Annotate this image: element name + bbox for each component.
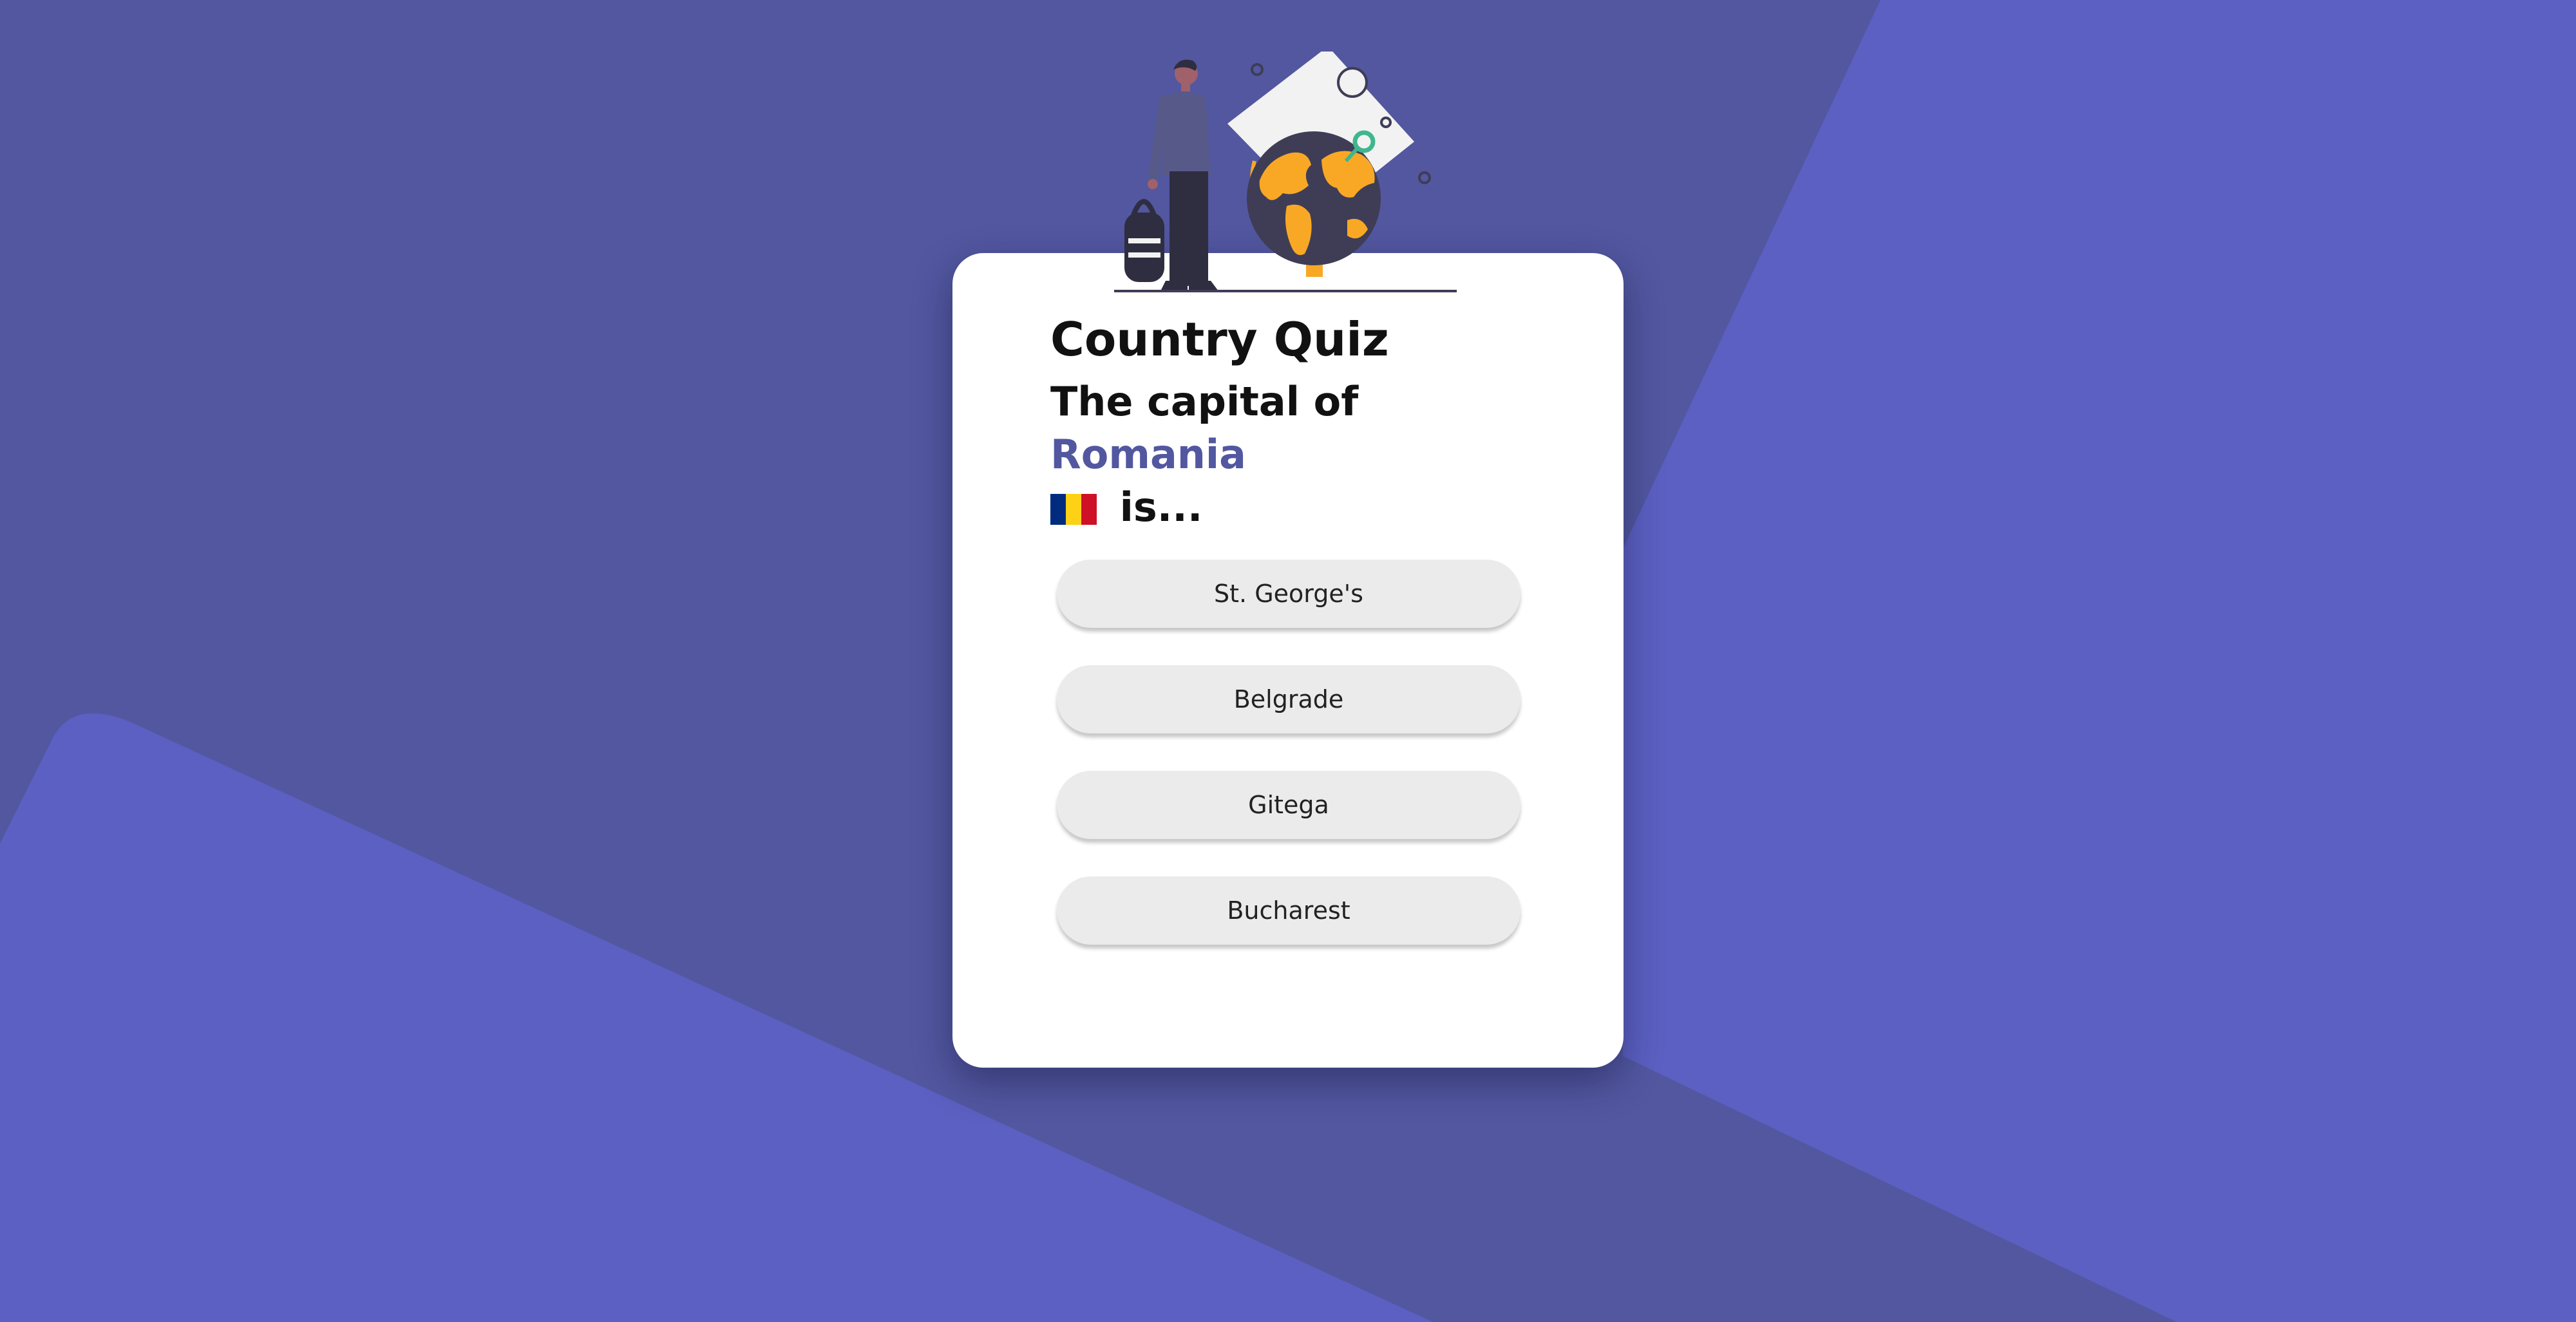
quiz-card: Country Quiz The capital of Romania is..… xyxy=(952,253,1624,1068)
question-country: Romania xyxy=(1050,431,1247,478)
traveler-globe-illustration xyxy=(1114,52,1457,292)
answer-button-st-georges[interactable]: St. George's xyxy=(1057,560,1520,628)
quiz-title: Country Quiz xyxy=(1050,312,1389,366)
answer-button-gitega[interactable]: Gitega xyxy=(1057,771,1520,839)
answer-list: St. George's Belgrade Gitega Bucharest xyxy=(1057,560,1520,982)
question-prefix: The capital of xyxy=(1050,378,1359,425)
question-suffix: is... xyxy=(1106,484,1203,531)
answer-button-belgrade[interactable]: Belgrade xyxy=(1057,665,1520,733)
answer-button-bucharest[interactable]: Bucharest xyxy=(1057,876,1520,945)
question-text: The capital of Romania is... xyxy=(1050,375,1540,534)
romania-flag-icon xyxy=(1050,494,1097,525)
